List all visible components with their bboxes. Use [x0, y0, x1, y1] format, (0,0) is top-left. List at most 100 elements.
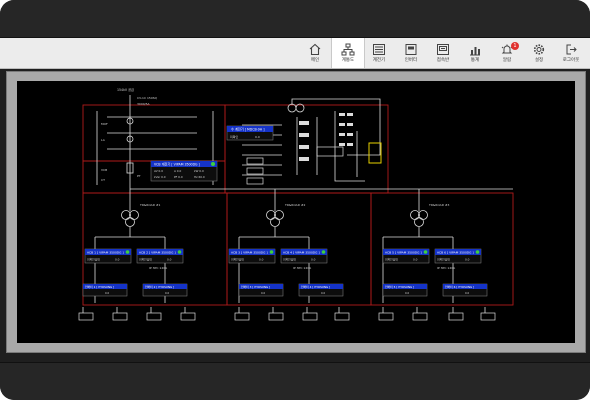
acb-panel-2-value: 0.0: [167, 258, 172, 262]
alarm-badge: 1: [511, 42, 519, 50]
nav-alarm-label: 알람: [502, 58, 512, 63]
acb-panel-6-title: ACB 6 [ VIPAM 3500DG ]: [437, 251, 474, 255]
inverter-panel-1[interactable]: 인버터 1 [ HYOSUNG ] 0.0: [82, 283, 128, 297]
cable-label: CV-1C 150SQ: [137, 96, 158, 100]
side-label-3: VCB: [101, 168, 107, 172]
acb-panel-2-title: ACB 2 [ VIPAM 3500DG ]: [139, 251, 176, 255]
inverter-panel-6-value: 0.0: [465, 291, 469, 295]
acb-panel-1-status: 미확인상태: [87, 258, 100, 262]
relay-panel-title: 수 계전기 [ MDCB-9H ]: [231, 127, 264, 132]
inverter-panel-2[interactable]: 인버터 2 [ HYOSUNG ] 0.0: [142, 283, 188, 297]
acb-panel-1-title: ACB 1 [ VIPAM 3500DG ]: [87, 251, 124, 255]
side-label-4: PT: [137, 174, 141, 178]
top-toolbar: 메인 계통도 계전기 인버터 접속반 통계 1 알람 설정 로그아웃: [0, 38, 590, 69]
acb-panel-2[interactable]: ACB 2 [ VIPAM 3500DG ] 미확인상태 0.0: [136, 248, 184, 264]
acb-panel-3-value: 0.0: [259, 258, 264, 262]
warning-indicator: [368, 142, 382, 164]
nav-inverter[interactable]: 인버터: [395, 38, 427, 68]
acb-panel-6-value: 0.0: [465, 258, 470, 262]
inverter-panel-1-title: 인버터 1 [ HYOSUNG ]: [85, 285, 114, 289]
acb-panel-5-status: 미확인상태: [385, 258, 398, 262]
nav-logout[interactable]: 로그아웃: [555, 38, 587, 68]
source-label: 154kV 공급: [117, 88, 134, 92]
acb-panel-5-value: 0.0: [413, 258, 418, 262]
vcb-value-pf: PF 0.0: [174, 175, 183, 179]
acb-panel-2-status: 미확인상태: [139, 258, 152, 262]
acb-panel-4-title: ACB 4 [ VIPAM 3500DG ]: [283, 251, 320, 255]
nav-logout-label: 로그아웃: [562, 58, 580, 63]
nav-stats[interactable]: 통계: [459, 38, 491, 68]
relay-panel-label: 미확인: [230, 134, 239, 139]
vcb-panel[interactable]: VCB 계전기 [ VIPAM 3500DG ] AV 0.0 A 0.0 kW…: [150, 160, 218, 182]
inverter-panel-4[interactable]: 인버터 4 [ HYOSUNG ] 0.0: [298, 283, 344, 297]
acb-panel-5-title: ACB 5 [ VIPAM 3500DG ]: [385, 251, 422, 255]
breaker-label-3: IP 3PC 120A: [437, 266, 456, 270]
inverter-panel-5-title: 인버터 5 [ HYOSUNG ]: [385, 285, 414, 289]
tr-label-2: TR&ROAD #2: [284, 203, 305, 207]
acb-panel-3[interactable]: ACB 3 [ VIPAM 3500DG ] 미확인상태 0.0: [228, 248, 276, 264]
tr-label-1: TR&ROAD #1: [139, 203, 160, 207]
nav-alarm[interactable]: 1 알람: [491, 38, 523, 68]
nav-junction[interactable]: 접속반: [427, 38, 459, 68]
tr-label-3: TR&ROAD #3: [428, 203, 449, 207]
acb-panel-5[interactable]: ACB 5 [ VIPAM 3500DG ] 미확인상태 0.0: [382, 248, 430, 264]
inverter-panel-6-title: 인버터 6 [ HYOSUNG ]: [445, 285, 474, 289]
acb-panel-3-title: ACB 3 [ VIPAM 3500DG ]: [231, 251, 268, 255]
gear-icon: [533, 44, 545, 55]
acb-panel-6-status: 미확인상태: [437, 258, 450, 262]
relay-panel-value: 0.0: [255, 135, 260, 139]
device-bezel-top: [0, 0, 590, 38]
vcb-value-a: A 0.0: [174, 169, 181, 173]
vcb-panel-title: VCB 계전기 [ VIPAM 3500DG ]: [154, 162, 200, 167]
nav-diagram[interactable]: 계통도: [331, 38, 365, 68]
inverter-panel-2-title: 인버터 2 [ HYOSUNG ]: [145, 285, 174, 289]
side-label-5: CT: [101, 178, 105, 182]
home-icon: [309, 43, 321, 56]
junction-box-icon: [437, 44, 449, 55]
tablet-device: 메인 계통도 계전기 인버터 접속반 통계 1 알람 설정 로그아웃 154kV…: [0, 0, 590, 400]
device-bezel-bottom: [0, 362, 590, 400]
acb-panel-1-value: 0.0: [115, 258, 120, 262]
nav-relay-label: 계전기: [372, 58, 386, 63]
inverter-panel-1-value: 0.0: [105, 291, 109, 295]
nav-main-label: 메인: [310, 58, 320, 63]
inverter-panel-3[interactable]: 인버터 3 [ HYOSUNG ] 0.0: [238, 283, 284, 297]
inverter-panel-5-value: 0.0: [405, 291, 409, 295]
nav-settings-label: 설정: [534, 58, 544, 63]
nav-settings[interactable]: 설정: [523, 38, 555, 68]
logout-icon: [566, 44, 577, 55]
acb-panel-6[interactable]: ACB 6 [ VIPAM 3500DG ] 미확인상태 0.0: [434, 248, 482, 264]
acb-panel-1[interactable]: ACB 1 [ VIPAM 3500DG ] 미확인상태 0.0: [84, 248, 132, 264]
nav-relay[interactable]: 계전기: [363, 38, 395, 68]
relay-icon: [373, 44, 385, 55]
inverter-panel-4-title: 인버터 4 [ HYOSUNG ]: [301, 285, 330, 289]
relay-panel[interactable]: 수 계전기 [ MDCB-9H ] 미확인 0.0: [226, 125, 274, 141]
inverter-panel-3-value: 0.0: [261, 291, 265, 295]
breaker-label-2: IP 3PC 120A: [293, 266, 312, 270]
acb-panel-4[interactable]: ACB 4 [ VIPAM 3500DG ] 미확인상태 0.0: [280, 248, 328, 264]
side-label-2: LA: [101, 138, 106, 142]
nav-junction-label: 접속반: [436, 58, 450, 63]
vcb-value-av: AV 0.0: [154, 169, 163, 173]
network-icon: [341, 43, 355, 56]
inverter-panel-5[interactable]: 인버터 5 [ HYOSUNG ] 0.0: [382, 283, 428, 297]
diagram-svg: 154kV 공급 CV-1C 150SQ 3000/5A MOF LA VCB …: [78, 88, 514, 321]
inverter-panel-2-value: 0.0: [165, 291, 169, 295]
breaker-label-1: IP 3PC 120A: [149, 266, 168, 270]
vcb-value-kw: kW 0.0: [194, 169, 204, 173]
nav-diagram-label: 계통도: [341, 58, 355, 63]
inverter-panel-3-title: 인버터 3 [ HYOSUNG ]: [241, 285, 270, 289]
inverter-icon: [405, 44, 417, 55]
side-label-1: MOF: [101, 122, 108, 126]
nav-stats-label: 통계: [470, 58, 480, 63]
acb-panel-3-status: 미확인상태: [231, 258, 244, 262]
nav-main[interactable]: 메인: [299, 38, 331, 68]
inverter-panel-6[interactable]: 인버터 6 [ HYOSUNG ] 0.0: [442, 283, 488, 297]
chart-icon: [470, 47, 480, 56]
inverter-panel-4-value: 0.0: [321, 291, 325, 295]
diagram-frame: 154kV 공급 CV-1C 150SQ 3000/5A MOF LA VCB …: [6, 71, 586, 353]
nav-inverter-label: 인버터: [404, 58, 418, 63]
ratio-label: 3000/5A: [137, 102, 151, 106]
acb-panel-4-value: 0.0: [311, 258, 316, 262]
acb-panel-4-status: 미확인상태: [283, 258, 296, 262]
